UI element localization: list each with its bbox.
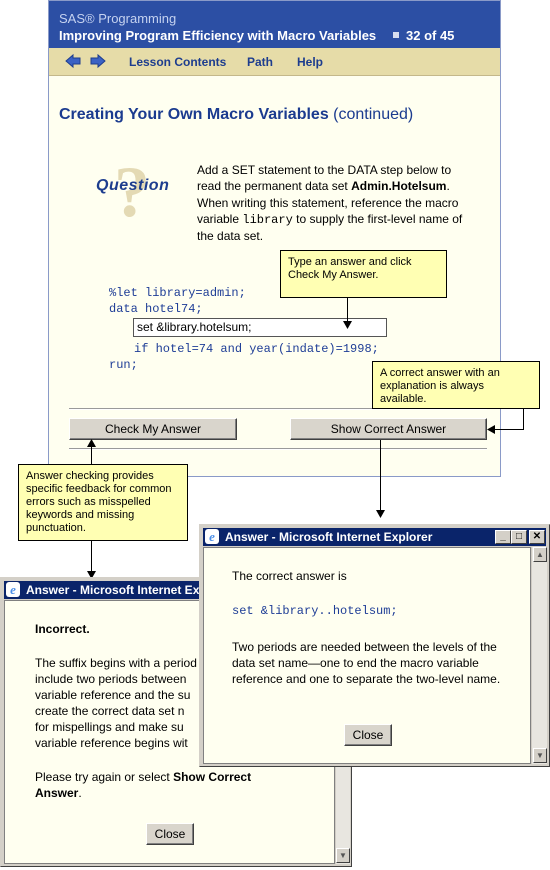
- incorrect-heading: Incorrect.: [35, 622, 90, 636]
- dialog-title: Answer - Microsoft Internet Explorer: [225, 530, 433, 544]
- dialog-content: The correct answer is set &library..hote…: [203, 547, 531, 764]
- vertical-scrollbar[interactable]: ▲ ▼: [531, 547, 547, 764]
- minimize-icon[interactable]: _: [495, 530, 511, 544]
- scroll-down-icon[interactable]: ▼: [533, 748, 547, 763]
- ie-icon: e: [205, 529, 219, 544]
- incorrect-body-line: create the correct data set n: [35, 704, 185, 718]
- close-button[interactable]: Close: [146, 823, 194, 845]
- arrowhead-icon: [487, 425, 495, 434]
- callout-correct-answer: A correct answer with an explanation is …: [372, 361, 540, 409]
- heading-main: Creating Your Own Macro Variables: [59, 106, 329, 123]
- back-arrow-icon[interactable]: [65, 53, 81, 69]
- heading-suffix: (continued): [333, 106, 414, 123]
- show-answer-button[interactable]: Show Correct Answer: [290, 418, 487, 440]
- close-button[interactable]: Close: [344, 724, 392, 746]
- check-answer-button[interactable]: Check My Answer: [69, 418, 237, 440]
- arrowhead-icon: [376, 510, 385, 518]
- lesson-navbar: Lesson Contents Path Help: [49, 48, 500, 76]
- divider-bottom: [69, 448, 487, 450]
- connector-line: [380, 440, 381, 512]
- try-again-end: .: [78, 786, 82, 800]
- separator-square-icon: [393, 32, 399, 38]
- page-heading: Creating Your Own Macro Variables (conti…: [59, 106, 413, 124]
- incorrect-body-line: variable reference and the su: [35, 688, 191, 702]
- dialog-titlebar[interactable]: e Answer - Microsoft Internet Explorer _…: [203, 528, 546, 546]
- scroll-down-icon[interactable]: ▼: [336, 848, 350, 863]
- ie-icon: e: [6, 582, 20, 597]
- nav-lesson-contents[interactable]: Lesson Contents: [129, 55, 226, 69]
- correct-answer-dialog: e Answer - Microsoft Internet Explorer _…: [199, 524, 550, 767]
- incorrect-body-line: include two periods between: [35, 672, 187, 686]
- incorrect-body-line: variable reference begins wit: [35, 736, 188, 750]
- incorrect-body-line: for mispellings and make su: [35, 720, 184, 734]
- close-icon[interactable]: ✕: [529, 530, 545, 544]
- try-again-lead: Please try again or select: [35, 770, 170, 784]
- maximize-icon[interactable]: □: [511, 530, 527, 544]
- callout-answer-checking: Answer checking provides specific feedba…: [18, 464, 188, 541]
- question-macro-var: library: [242, 212, 293, 227]
- arrowhead-icon: [87, 439, 96, 447]
- scroll-up-icon[interactable]: ▲: [533, 547, 547, 562]
- callout-line: [494, 429, 524, 430]
- callout-type-answer: Type an answer and click Check My Answer…: [280, 250, 447, 298]
- callout-line: [91, 541, 92, 573]
- incorrect-body-line: The suffix begins with a period: [35, 656, 197, 670]
- lesson-banner: SAS® Programming Improving Program Effic…: [49, 1, 500, 48]
- correct-intro: The correct answer is: [232, 569, 347, 583]
- code-line-if: if hotel=74 and year(indate)=1998;: [134, 342, 379, 356]
- correct-answer-code: set &library..hotelsum;: [232, 604, 398, 618]
- try-again-text: Please try again or select Show Correct …: [35, 769, 285, 801]
- incorrect-body: The suffix begins with a period include …: [35, 655, 197, 751]
- question-label: Question: [96, 177, 170, 194]
- forward-arrow-icon[interactable]: [90, 53, 106, 69]
- question-text: Add a SET statement to the DATA step bel…: [197, 162, 469, 244]
- callout-line: [347, 298, 348, 322]
- question-dataset: Admin.Hotelsum: [351, 179, 447, 194]
- code-line-data: data hotel74;: [109, 302, 203, 316]
- arrowhead-icon: [343, 321, 352, 329]
- correct-explanation: Two periods are needed between the level…: [232, 640, 501, 686]
- code-line-run: run;: [109, 358, 138, 372]
- lesson-title: Improving Program Efficiency with Macro …: [59, 28, 377, 43]
- course-title: SAS® Programming: [59, 11, 177, 26]
- nav-path[interactable]: Path: [247, 55, 273, 69]
- nav-help[interactable]: Help: [297, 55, 323, 69]
- page-counter: 32 of 45: [406, 28, 455, 43]
- code-line-let: %let library=admin;: [109, 286, 246, 300]
- callout-line: [523, 409, 524, 430]
